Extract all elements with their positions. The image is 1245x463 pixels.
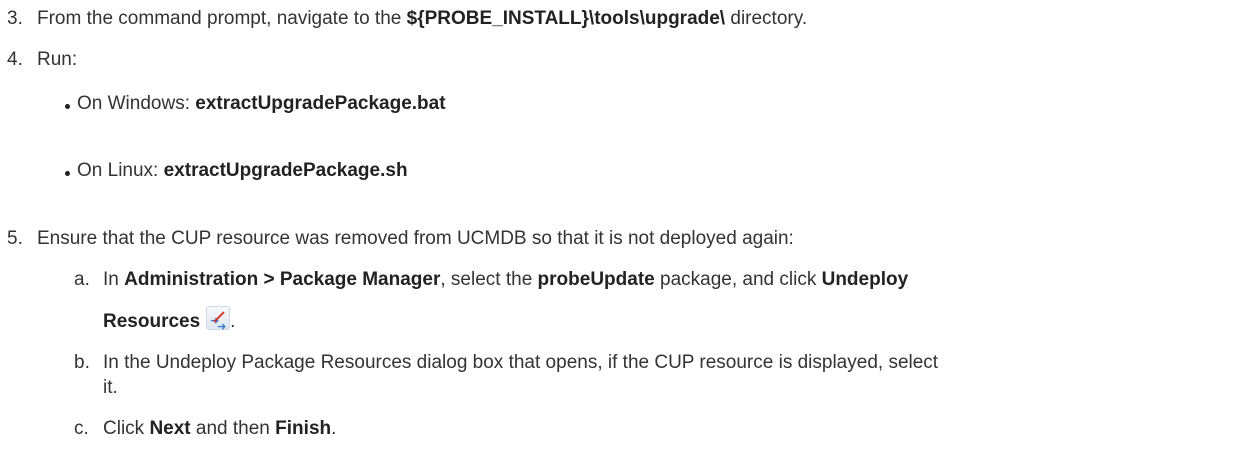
menu-path: Administration > Package Manager bbox=[124, 269, 441, 290]
bullet-icon bbox=[65, 104, 70, 109]
substep-letter: c. bbox=[74, 418, 89, 439]
substep-letter: a. bbox=[74, 269, 90, 290]
resources-label: Resources bbox=[103, 311, 201, 332]
step-text: Ensure that the CUP resource was removed… bbox=[37, 228, 794, 249]
step-number: 5. bbox=[7, 228, 23, 249]
undeploy-resources-icon: ➜➜ bbox=[206, 306, 231, 333]
bullet-icon bbox=[65, 171, 70, 176]
command-name: extractUpgradePackage.bat bbox=[195, 93, 446, 114]
document-page: 3. From the command prompt, navigate to … bbox=[7, 8, 939, 439]
substep-letter: b. bbox=[74, 352, 90, 373]
undeploy-label: Undeploy bbox=[821, 269, 909, 290]
step-number: 4. bbox=[7, 49, 23, 70]
command-name: extractUpgradePackage.sh bbox=[163, 160, 408, 181]
finish-label: Finish bbox=[275, 418, 332, 439]
step-text: From the command prompt, navigate to the… bbox=[37, 8, 808, 29]
step-text: Run: bbox=[37, 49, 78, 70]
next-label: Next bbox=[149, 418, 191, 439]
package-name: probeUpdate bbox=[537, 269, 655, 290]
step-number: 3. bbox=[7, 8, 23, 29]
install-path: ${PROBE_INSTALL}\tools\upgrade\ bbox=[406, 8, 726, 29]
